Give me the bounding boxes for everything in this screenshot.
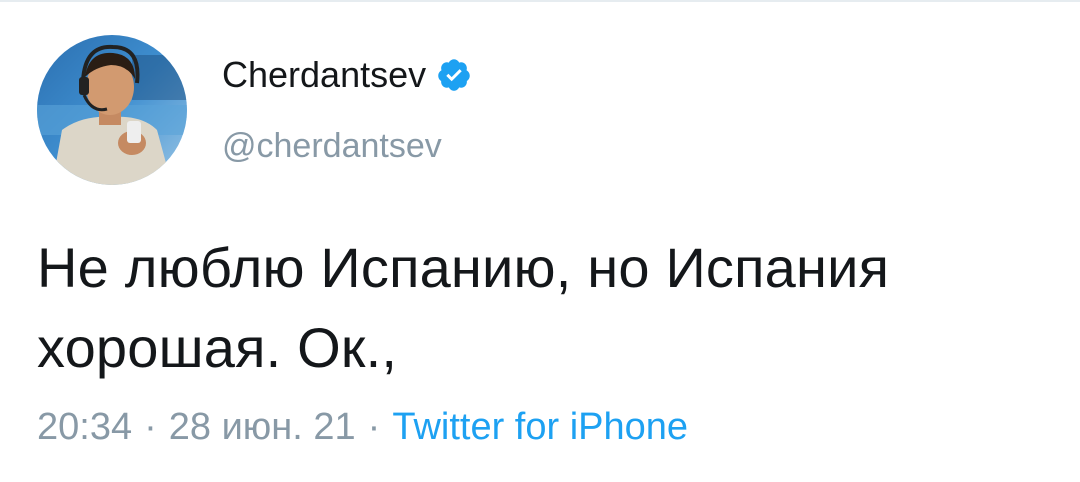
meta-separator: · xyxy=(367,406,381,448)
display-name[interactable]: Cherdantsev xyxy=(222,48,472,102)
tweet-card: Cherdantsev @cherdantsev Не люблю Испани… xyxy=(0,0,1080,482)
verified-badge-icon xyxy=(438,59,470,91)
avatar[interactable] xyxy=(37,35,187,185)
avatar-image xyxy=(37,35,187,185)
user-handle[interactable]: @cherdantsev xyxy=(222,127,442,166)
tweet-text: Не люблю Испанию, но Испания хорошая. Ок… xyxy=(37,228,1057,388)
top-divider xyxy=(0,0,1080,2)
display-name-text: Cherdantsev xyxy=(222,54,427,95)
meta-separator: · xyxy=(144,406,157,448)
tweet-meta: 20:34 · 28 июн. 21 · Twitter for iPhone xyxy=(37,406,688,449)
tweet-source-link[interactable]: Twitter for iPhone xyxy=(392,406,688,449)
tweet-date[interactable]: 28 июн. 21 xyxy=(169,406,356,449)
tweet-text-line: хорошая. Ок., xyxy=(37,316,398,379)
tweet-time[interactable]: 20:34 xyxy=(37,406,132,449)
tweet-text-line: Не люблю Испанию, но Испания xyxy=(37,236,890,299)
